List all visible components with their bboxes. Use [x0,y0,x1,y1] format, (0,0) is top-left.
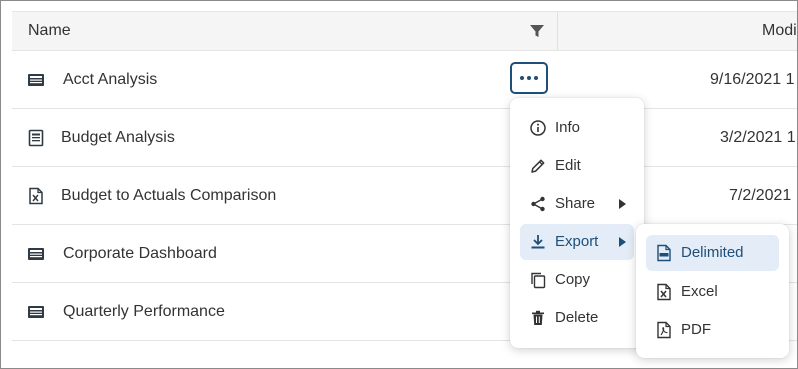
column-header-modified[interactable]: Modi [762,12,797,50]
row-modified-date: 9/16/2021 1 [710,71,795,88]
row-name[interactable]: Corporate Dashboard [63,225,217,282]
dashboard-icon [27,71,45,89]
menu-item-label: Share [555,195,596,212]
column-divider[interactable] [557,12,558,50]
download-icon [529,233,547,251]
table-row[interactable]: Budget Analysis 3/2/2021 1 [12,109,797,167]
submenu-item-excel[interactable]: Excel [646,274,779,310]
filter-icon[interactable] [529,23,545,39]
pdf-file-icon [655,321,673,339]
context-menu: Info Edit Share Export Copy Delete [510,98,644,348]
more-dot-icon [520,76,524,80]
submenu-item-pdf[interactable]: PDF [646,312,779,348]
report-icon [27,129,45,147]
menu-item-label: Info [555,119,581,136]
table-row[interactable]: Acct Analysis 9/16/2021 1 [12,51,797,109]
menu-item-delete[interactable]: Delete [520,300,634,336]
dashboard-icon [27,245,45,263]
menu-item-share[interactable]: Share [520,186,634,222]
column-header-name[interactable]: Name [28,12,71,50]
menu-item-info[interactable]: Info [520,110,634,146]
menu-item-edit[interactable]: Edit [520,148,634,184]
excel-file-icon [655,283,673,301]
share-icon [529,195,547,213]
file-browser: Name Modi Acct Analysis 9/16/2021 1 Budg… [0,0,798,369]
submenu-item-delimited[interactable]: Delimited [646,235,779,271]
row-modified-date: 3/2/2021 1 [720,129,796,146]
submenu-item-label: PDF [681,321,711,338]
dashboard-icon [27,303,45,321]
row-name[interactable]: Budget to Actuals Comparison [61,167,276,224]
submenu-arrow-icon [619,237,626,247]
row-modified-date: 7/2/2021 [729,187,792,204]
table-header: Name Modi [12,11,797,51]
menu-item-label: Export [555,233,599,250]
copy-icon [529,271,547,289]
row-name[interactable]: Quarterly Performance [63,283,225,340]
pencil-icon [529,157,547,175]
submenu-item-label: Delimited [681,244,744,261]
row-name[interactable]: Budget Analysis [61,109,175,166]
more-dot-icon [527,76,531,80]
menu-item-label: Copy [555,271,591,288]
menu-item-label: Delete [555,309,599,326]
menu-item-label: Edit [555,157,581,174]
more-dot-icon [534,76,538,80]
excel-file-icon [27,187,45,205]
more-actions-button[interactable] [510,62,548,94]
trash-icon [529,309,547,327]
menu-item-export[interactable]: Export [520,224,634,260]
export-submenu: Delimited Excel PDF [636,224,789,358]
row-name[interactable]: Acct Analysis [63,51,157,108]
csv-file-icon [655,244,673,262]
table-row[interactable]: Budget to Actuals Comparison 7/2/2021 [12,167,797,225]
menu-item-copy[interactable]: Copy [520,262,634,298]
info-icon [529,119,547,137]
submenu-item-label: Excel [681,283,718,300]
submenu-arrow-icon [619,199,626,209]
